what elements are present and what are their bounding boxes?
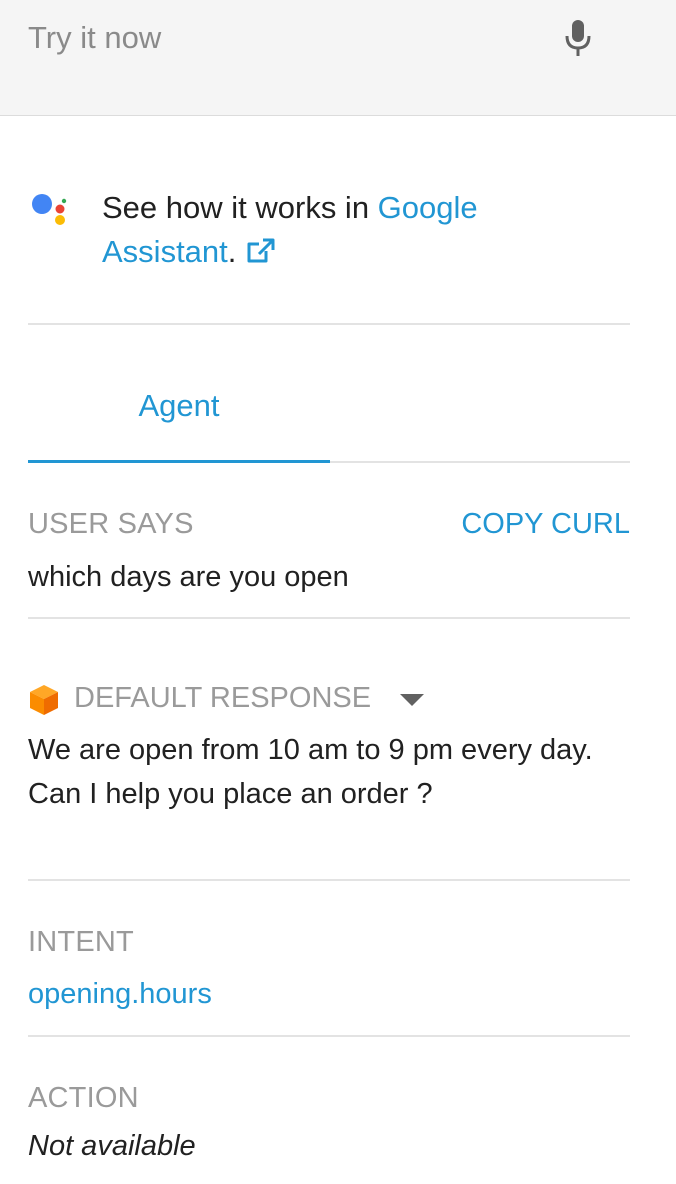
search-input[interactable]	[28, 14, 528, 62]
user-says-value: which days are you open	[28, 561, 349, 593]
assistant-promo: See how it works in Google Assistant.	[0, 116, 676, 326]
default-response-label: DEFAULT RESPONSE	[74, 681, 372, 714]
google-assistant-logo	[32, 194, 67, 225]
link-text-assistant: Assistant	[102, 234, 228, 269]
mic-button[interactable]	[556, 14, 600, 62]
search-bar	[0, 0, 676, 116]
assistant-suffix: .	[227, 234, 237, 269]
microphone-icon	[565, 20, 591, 56]
copy-curl-button[interactable]: COPY CURL	[461, 508, 630, 541]
tab-active-indicator	[28, 460, 330, 463]
tab-agent-label: Agent	[138, 388, 220, 423]
assistant-text: See how it works in Google Assistant.	[102, 186, 522, 277]
user-says-label: USER SAYS	[28, 508, 194, 540]
cube-icon	[30, 685, 58, 715]
default-response-header: DEFAULT RESPONSE	[28, 676, 425, 720]
tab-agent[interactable]: Agent	[28, 364, 330, 462]
divider	[28, 1035, 630, 1037]
divider	[28, 879, 630, 881]
chevron-down-icon[interactable]	[399, 693, 425, 707]
assistant-prefix: See how it works in	[102, 190, 378, 225]
divider	[28, 617, 630, 619]
tab-bar: Agent	[28, 364, 630, 464]
action-label: ACTION	[28, 1082, 139, 1114]
intent-label: INTENT	[28, 926, 134, 958]
default-response-text: We are open from 10 am to 9 pm every day…	[28, 734, 593, 810]
external-link-icon[interactable]	[246, 233, 276, 277]
link-text-google: Google	[377, 190, 478, 225]
divider	[28, 323, 630, 325]
intent-link[interactable]: opening.hours	[28, 978, 212, 1011]
action-value: Not available	[28, 1130, 196, 1162]
